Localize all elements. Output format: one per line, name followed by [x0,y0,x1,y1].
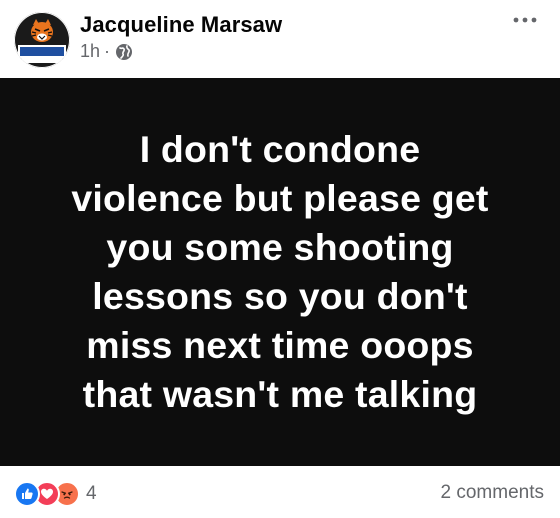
post-text: I don't condone violence but please get … [40,125,520,419]
globe-icon[interactable] [115,43,133,61]
post-time[interactable]: 1h [80,41,100,62]
post-text-line: that wasn't me talking [82,373,478,415]
reaction-count: 4 [86,483,97,504]
post-text-line: violence but please get [71,177,489,219]
author-name[interactable]: Jacqueline Marsaw [80,12,282,38]
post-text-background: I don't condone violence but please get … [0,78,560,466]
avatar[interactable] [14,12,70,68]
post-header: Jacqueline Marsaw 1h · [0,0,560,78]
more-options-icon[interactable] [512,14,538,26]
post-text-line: I don't condone [139,128,421,170]
meta-separator: · [104,41,111,61]
post-footer: 4 2 comments [0,466,560,518]
post-text-line: miss next time ooops [86,324,474,366]
post-meta: 1h · [80,41,133,62]
comments-link[interactable]: 2 comments [441,482,544,504]
reaction-summary[interactable]: 4 [14,481,97,507]
post-text-line: lessons so you don't [92,275,468,317]
avatar-image [14,12,70,68]
post-text-line: you some shooting [106,226,454,268]
like-icon [14,481,40,507]
